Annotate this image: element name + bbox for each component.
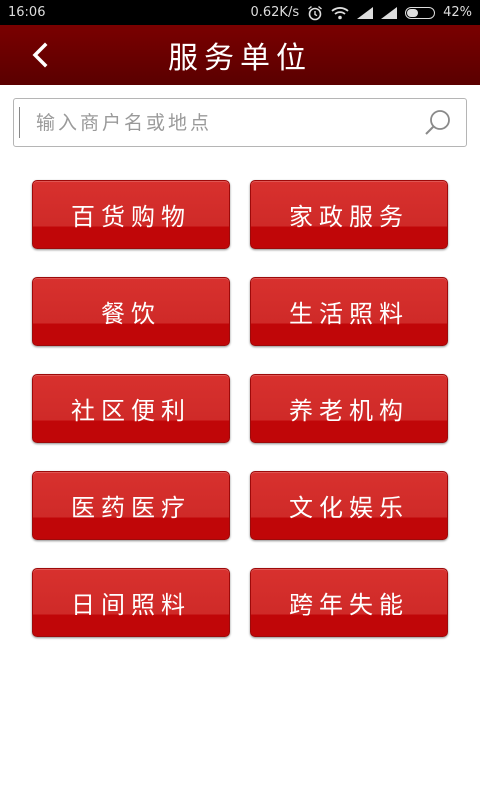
status-time: 16:06: [8, 5, 46, 20]
chevron-left-icon: [32, 42, 48, 68]
category-button-nursing-home[interactable]: 养老机构: [250, 374, 448, 443]
back-button[interactable]: [20, 35, 60, 75]
search-box: [13, 98, 467, 147]
category-button-dining[interactable]: 餐饮: [32, 277, 230, 346]
category-button-culture[interactable]: 文化娱乐: [250, 471, 448, 540]
status-icons: 0.62K/s 42%: [250, 5, 472, 21]
signal-icon-2: [381, 6, 398, 19]
title-bar: 服务单位: [0, 25, 480, 85]
category-button-housekeeping[interactable]: 家政服务: [250, 180, 448, 249]
signal-icon: [357, 6, 374, 19]
status-bar: 16:06 0.62K/s 42%: [0, 0, 480, 25]
search-icon[interactable]: [418, 103, 458, 143]
battery-icon: [405, 6, 436, 19]
category-button-shopping[interactable]: 百货购物: [32, 180, 230, 249]
wifi-icon: [331, 6, 349, 20]
search-input[interactable]: [14, 99, 418, 146]
category-button-community[interactable]: 社区便利: [32, 374, 230, 443]
alarm-icon: [307, 5, 323, 21]
battery-percent: 42%: [443, 5, 472, 20]
category-button-disability[interactable]: 跨年失能: [250, 568, 448, 637]
net-speed: 0.62K/s: [250, 5, 300, 20]
page-title: 服务单位: [168, 41, 312, 76]
category-button-medical[interactable]: 医药医疗: [32, 471, 230, 540]
category-button-life-care[interactable]: 生活照料: [250, 277, 448, 346]
category-button-day-care[interactable]: 日间照料: [32, 568, 230, 637]
